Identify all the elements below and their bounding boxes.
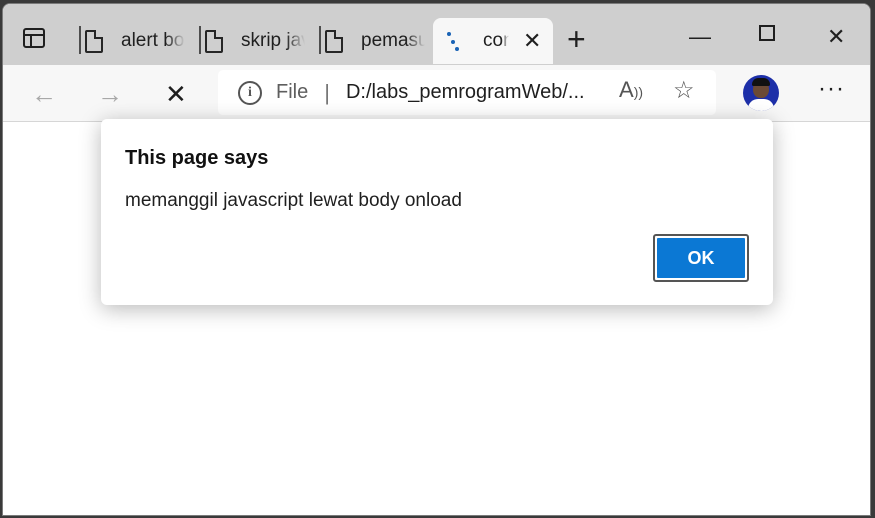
document-icon — [85, 29, 103, 53]
close-icon[interactable]: ✕ — [523, 28, 541, 54]
tab-bar: alert body onload skrip javascript pemas… — [3, 4, 870, 65]
forward-arrow-icon[interactable]: → — [97, 79, 123, 110]
minimize-icon[interactable]: — — [689, 24, 711, 50]
tab-actions-icon[interactable] — [23, 28, 45, 48]
tab-title: contoh — [483, 30, 509, 51]
dialog-message: memanggil javascript lewat body onload — [125, 190, 462, 211]
stop-icon[interactable]: ✕ — [165, 79, 187, 110]
ok-button-label: OK — [657, 238, 745, 278]
more-icon[interactable]: ··· — [818, 75, 845, 103]
window-close-icon[interactable]: ✕ — [827, 24, 845, 50]
file-label: File — [276, 81, 309, 103]
dialog-title: This page says — [125, 147, 269, 169]
plus-icon[interactable]: + — [567, 23, 586, 55]
address-separator: | — [324, 79, 330, 105]
browser-toolbar: ← → ✕ i File | D:/labs_pemrogramWeb/... … — [3, 65, 870, 122]
avatar[interactable] — [743, 75, 779, 111]
tab-active[interactable]: contoh ✕ — [433, 18, 553, 64]
maximize-icon[interactable] — [759, 25, 775, 41]
tab-separator — [79, 26, 81, 54]
url-text[interactable]: D:/labs_pemrogramWeb/... — [346, 81, 585, 104]
document-icon — [325, 29, 343, 53]
tab-title: alert body onload — [121, 30, 185, 51]
read-aloud-icon[interactable]: A)) — [619, 77, 643, 103]
tab-separator — [319, 26, 321, 54]
alert-dialog: This page says memanggil javascript lewa… — [101, 119, 773, 305]
document-icon — [205, 29, 223, 53]
favorite-add-icon[interactable]: ☆ — [673, 76, 695, 105]
tab-alert-body[interactable]: alert body onload — [79, 18, 185, 64]
tab-title: pemasukan — [361, 30, 425, 51]
tab-skrip-javascript[interactable]: skrip javascript — [199, 18, 305, 64]
tab-pemasukan[interactable]: pemasukan — [319, 18, 425, 64]
back-arrow-icon[interactable]: ← — [31, 79, 57, 110]
tab-title: skrip javascript — [241, 30, 305, 51]
loading-spinner-icon — [443, 30, 459, 52]
tab-separator — [199, 26, 201, 54]
info-icon[interactable]: i — [238, 80, 262, 105]
ok-button[interactable]: OK — [653, 234, 749, 282]
browser-window: alert body onload skrip javascript pemas… — [2, 3, 871, 516]
